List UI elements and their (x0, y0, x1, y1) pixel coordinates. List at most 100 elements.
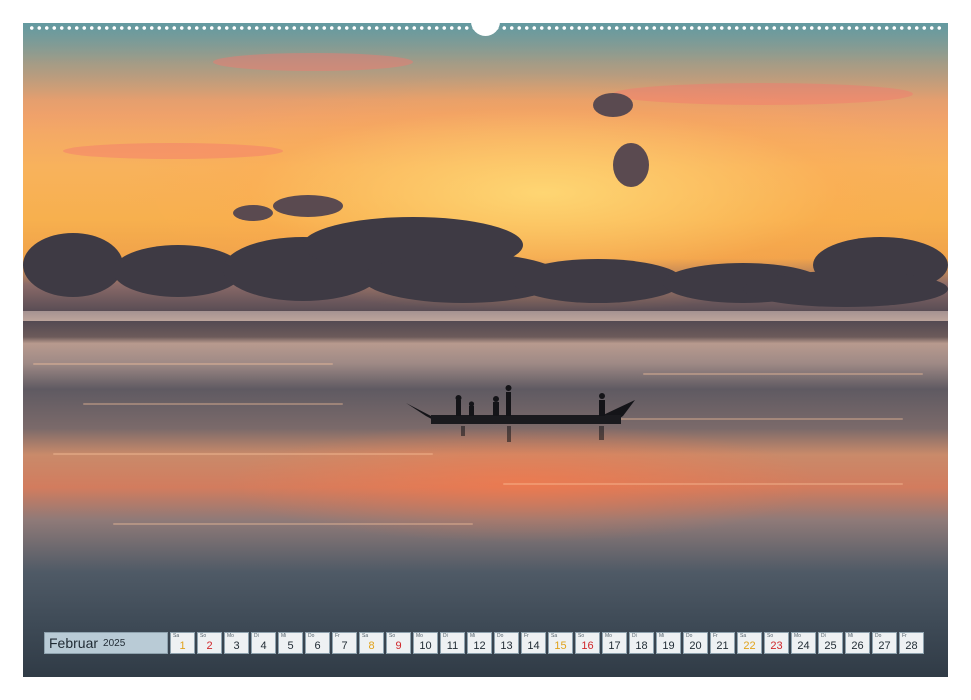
weekday-label: Sa (362, 633, 369, 639)
horizon-line (23, 311, 948, 321)
weekday-label: Mo (227, 633, 234, 639)
day-cell: Do 27 (872, 632, 897, 654)
weekday-label: Di (632, 633, 637, 639)
day-cell: Sa 15 (548, 632, 573, 654)
small-cloud (233, 205, 273, 221)
day-cell: So 16 (575, 632, 600, 654)
calendar-photo (23, 23, 948, 677)
day-cell: Di 4 (251, 632, 276, 654)
day-number: 9 (395, 640, 402, 652)
weekday-label: Mo (416, 633, 423, 639)
storm-cloud (23, 233, 123, 297)
day-number: 7 (341, 640, 348, 652)
weekday-label: Sa (173, 633, 180, 639)
weekday-label: Mo (794, 633, 801, 639)
day-cell: Fr 28 (899, 632, 924, 654)
day-number: 6 (314, 640, 321, 652)
day-cell: Mo 17 (602, 632, 627, 654)
day-number: 19 (662, 640, 675, 652)
day-cell: Mo 24 (791, 632, 816, 654)
day-cell: Di 11 (440, 632, 465, 654)
small-cloud (613, 143, 649, 187)
day-number: 26 (851, 640, 864, 652)
day-cell: Do 6 (305, 632, 330, 654)
day-number: 22 (743, 640, 756, 652)
day-cell: Fr 14 (521, 632, 546, 654)
storm-cloud (513, 259, 683, 303)
weekday-label: Mo (605, 633, 612, 639)
day-cell: Do 13 (494, 632, 519, 654)
storm-cloud (743, 271, 948, 307)
day-cells: Sa 1 So 2 Mo 3 Di 4 Mi 5 Do 6 Fr 7 Sa 8 So 9 Mo 10 Di 11 Mi 12 D… (170, 632, 926, 654)
month-label: Februar 2025 (44, 632, 168, 654)
weekday-label: Fr (713, 633, 718, 639)
weekday-label: Mi (281, 633, 287, 639)
day-cell: Sa 8 (359, 632, 384, 654)
day-number: 10 (419, 640, 432, 652)
day-cell: Mo 3 (224, 632, 249, 654)
weekday-label: Mi (659, 633, 665, 639)
water-ripple (83, 403, 343, 405)
day-number: 16 (581, 640, 594, 652)
day-number: 20 (689, 640, 702, 652)
weekday-label: So (389, 633, 396, 639)
day-cell: Fr 7 (332, 632, 357, 654)
weekday-label: Mi (470, 633, 476, 639)
weekday-label: Do (875, 633, 882, 639)
day-cell: Sa 22 (737, 632, 762, 654)
boat-silhouette (406, 385, 635, 442)
weekday-label: So (578, 633, 585, 639)
day-number: 12 (473, 640, 486, 652)
day-cell: Do 20 (683, 632, 708, 654)
day-number: 24 (797, 640, 810, 652)
day-cell: Di 18 (629, 632, 654, 654)
weekday-label: Fr (524, 633, 529, 639)
day-number: 4 (260, 640, 267, 652)
day-cell: So 23 (764, 632, 789, 654)
day-cell: Mi 5 (278, 632, 303, 654)
cloud-streak (613, 83, 913, 105)
day-number: 8 (368, 640, 375, 652)
day-number: 17 (608, 640, 621, 652)
day-number: 15 (554, 640, 567, 652)
weekday-label: Sa (551, 633, 558, 639)
day-cell: Sa 1 (170, 632, 195, 654)
day-number: 25 (824, 640, 837, 652)
day-number: 14 (527, 640, 540, 652)
weekday-label: Di (443, 633, 448, 639)
day-number: 13 (500, 640, 513, 652)
weekday-label: So (767, 633, 774, 639)
day-number: 3 (233, 640, 240, 652)
calendar-strip: Februar 2025 Sa 1 So 2 Mo 3 Di 4 Mi 5 Do 6 Fr 7 Sa 8 So 9… (44, 632, 926, 654)
day-number: 23 (770, 640, 783, 652)
day-number: 21 (716, 640, 729, 652)
day-cell: Di 25 (818, 632, 843, 654)
weekday-label: Fr (335, 633, 340, 639)
day-cell: So 2 (197, 632, 222, 654)
weekday-label: Mi (848, 633, 854, 639)
day-cell: Fr 21 (710, 632, 735, 654)
day-number: 2 (206, 640, 213, 652)
day-number: 11 (446, 640, 459, 652)
weekday-label: Do (308, 633, 315, 639)
small-cloud (593, 93, 633, 117)
weekday-label: Fr (902, 633, 907, 639)
day-number: 28 (905, 640, 918, 652)
day-cell: Mo 10 (413, 632, 438, 654)
day-number: 27 (878, 640, 891, 652)
weekday-label: Sa (740, 633, 747, 639)
month-year: 2025 (103, 637, 126, 649)
day-cell: Mi 26 (845, 632, 870, 654)
water-ripple (53, 453, 433, 455)
day-cell: So 9 (386, 632, 411, 654)
day-number: 1 (179, 640, 186, 652)
day-cell: Mi 19 (656, 632, 681, 654)
month-name: Februar (49, 635, 99, 651)
weekday-label: Do (686, 633, 693, 639)
cloud-streak (63, 143, 283, 159)
water-ripple (643, 373, 923, 375)
cloud-streak (213, 53, 413, 71)
weekday-label: Do (497, 633, 504, 639)
water-ripple (113, 523, 473, 525)
weekday-label: Di (254, 633, 259, 639)
